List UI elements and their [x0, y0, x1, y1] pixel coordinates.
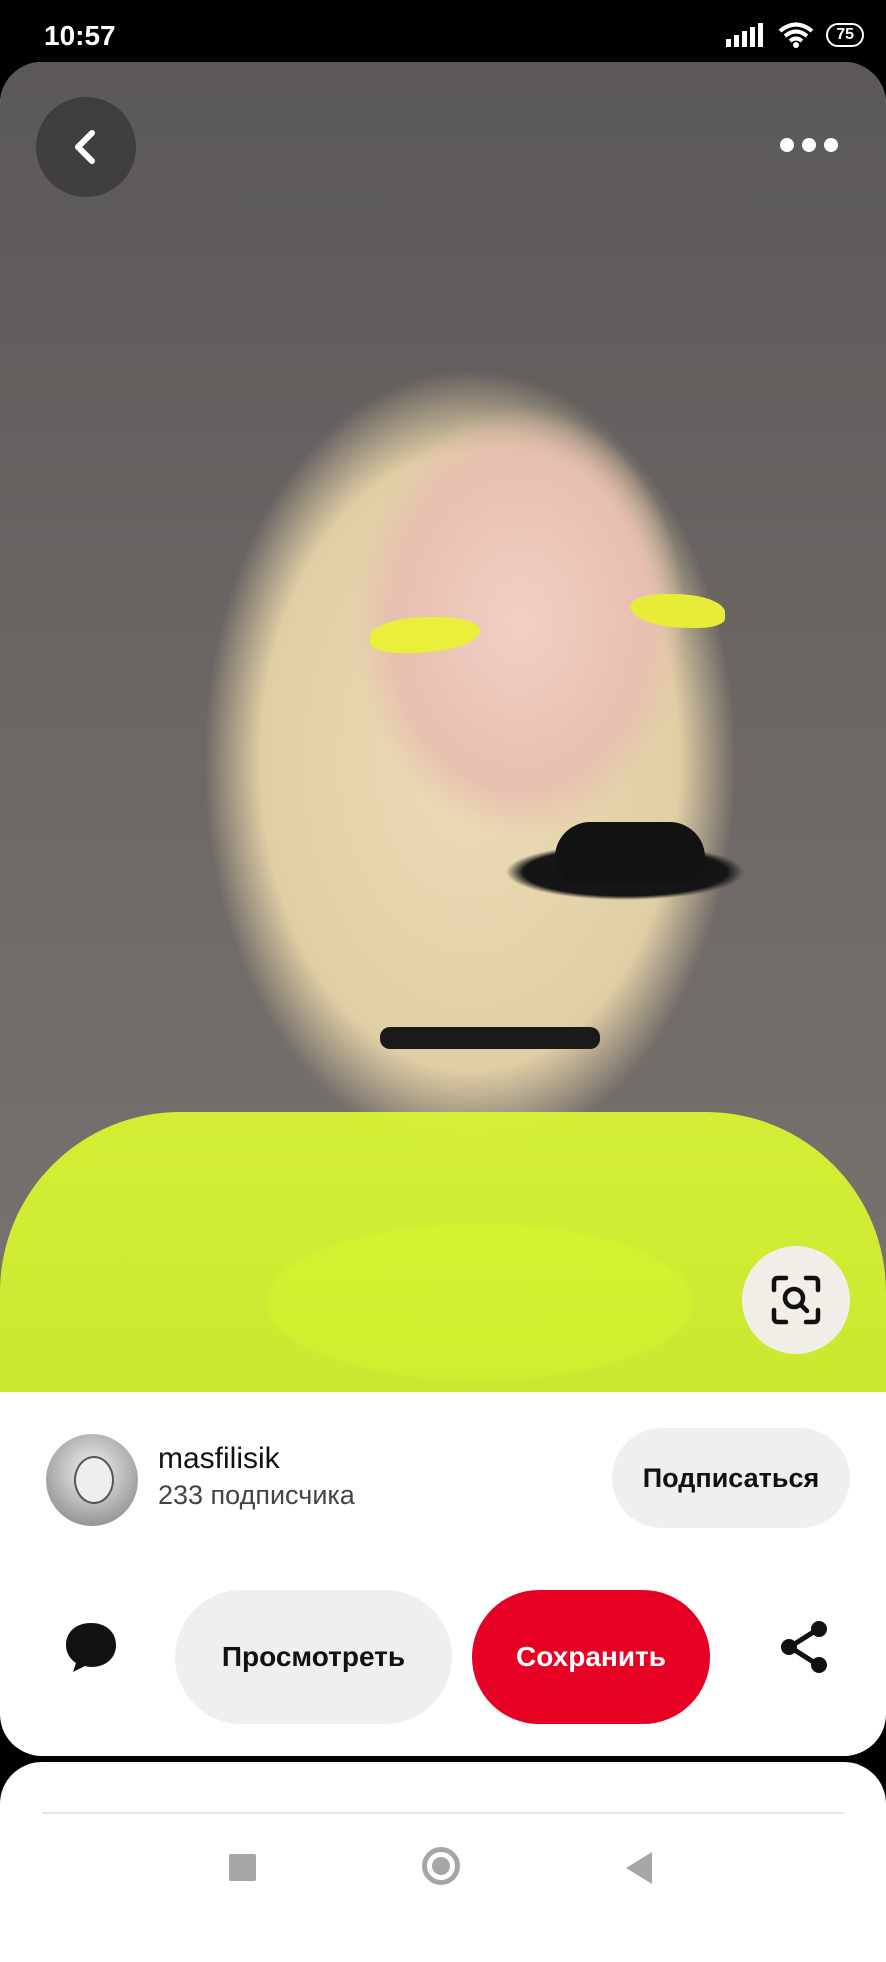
pin-image-detail	[630, 594, 725, 628]
save-button[interactable]: Сохранить	[472, 1590, 710, 1724]
pin-image-detail	[555, 822, 705, 884]
back-button[interactable]	[36, 97, 136, 197]
back-nav-button[interactable]	[626, 1852, 652, 1884]
pin-card: masfilisik 233 подписчика Подписаться Пр…	[0, 62, 886, 1756]
visual-search-button[interactable]	[742, 1246, 850, 1354]
system-nav-bar	[0, 1814, 886, 1920]
avatar[interactable]	[46, 1434, 138, 1526]
status-icons: 75	[726, 22, 864, 48]
signal-icon	[726, 23, 764, 47]
avatar-illustration	[74, 1456, 114, 1504]
recents-button[interactable]	[229, 1854, 256, 1881]
more-horizontal-icon	[780, 138, 838, 152]
comment-button[interactable]	[56, 1612, 126, 1682]
view-button[interactable]: Просмотреть	[175, 1590, 452, 1724]
pin-image-detail	[370, 617, 480, 653]
pin-image-detail	[0, 1112, 886, 1392]
share-button[interactable]	[770, 1612, 840, 1682]
share-icon	[781, 1621, 827, 1673]
follower-count: 233 подписчика	[158, 1480, 355, 1510]
creator-name[interactable]: masfilisik	[158, 1442, 280, 1476]
comment-icon	[66, 1623, 116, 1672]
visual-search-icon	[771, 1275, 821, 1325]
action-row: Просмотреть Сохранить	[0, 1572, 886, 1724]
wifi-icon	[778, 22, 814, 48]
home-button[interactable]	[422, 1847, 460, 1885]
status-bar: 10:57 75	[0, 0, 886, 62]
follow-button[interactable]: Подписаться	[612, 1428, 850, 1528]
pin-image-detail	[380, 1027, 600, 1049]
pin-image[interactable]	[0, 62, 886, 1392]
chevron-left-icon	[75, 130, 95, 164]
more-options-button[interactable]	[774, 120, 844, 170]
battery-indicator: 75	[826, 23, 864, 47]
status-time: 10:57	[44, 20, 116, 51]
creator-row: masfilisik 233 подписчика Подписаться	[0, 1392, 886, 1552]
